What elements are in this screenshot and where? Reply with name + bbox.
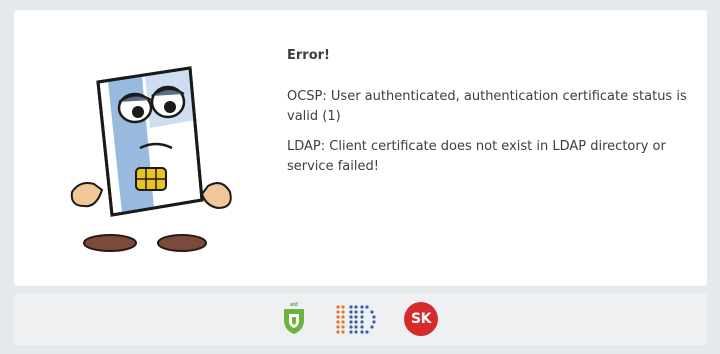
shield-logo-icon[interactable]: eid [280, 300, 308, 336]
dotted-id-logo-icon[interactable] [334, 304, 378, 334]
error-title: Error! [287, 48, 330, 63]
sk-logo-text: SK [411, 311, 431, 327]
ldap-message: LDAP: Client certificate does not exist … [287, 139, 666, 174]
left-foot-icon [83, 234, 137, 252]
sad-id-card-mascot-icon [70, 66, 232, 252]
error-card: Error! OCSP: User authenticated, authent… [14, 10, 707, 286]
error-page: Error! OCSP: User authenticated, authent… [0, 0, 720, 354]
footer: eid SK [14, 293, 707, 345]
error-message: Error! OCSP: User authenticated, authent… [287, 46, 692, 187]
ocsp-message: OCSP: User authenticated, authentication… [287, 89, 687, 124]
svg-text:eid: eid [290, 302, 298, 308]
right-foot-icon [157, 234, 207, 252]
sk-logo-icon[interactable]: SK [404, 302, 438, 336]
footer-logos: eid SK [280, 300, 440, 338]
